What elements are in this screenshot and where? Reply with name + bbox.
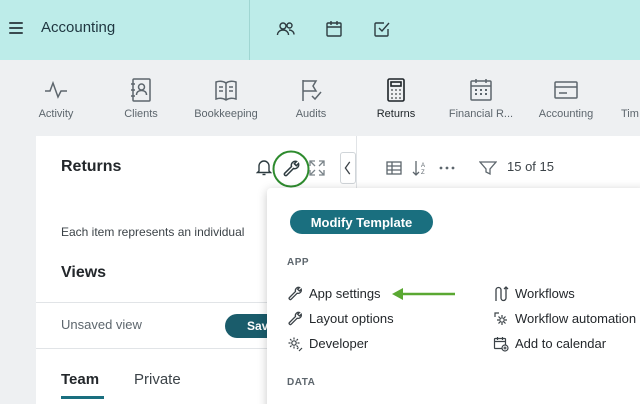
unsaved-view-label: Unsaved view [61, 317, 142, 332]
panel-title: Returns [61, 158, 122, 175]
nav-label: Clients [124, 108, 158, 120]
menu-item-label: Workflow automation [515, 311, 637, 326]
wrench-settings-button[interactable] [272, 150, 310, 188]
menu-item-workflow-automation[interactable]: Workflow automation [493, 310, 640, 328]
svg-text:A: A [421, 163, 425, 169]
chevron-left-icon [344, 161, 351, 175]
nav-item-bookkeeping[interactable]: Bookkeeping [188, 60, 264, 136]
nav-item-returns[interactable]: Returns [366, 60, 426, 136]
activity-icon [45, 80, 67, 99]
nav-label: Bookkeeping [194, 108, 258, 120]
expand-icon[interactable] [308, 159, 326, 177]
nav-item-time[interactable]: Tim [618, 60, 640, 136]
nav-label: Financial R... [448, 108, 514, 120]
nav-item-audits[interactable]: Audits [281, 60, 341, 136]
nav-item-activity[interactable]: Activity [26, 60, 86, 136]
tab-private[interactable]: Private [134, 371, 181, 388]
nav-item-financial-reports[interactable]: Financial R... [443, 60, 519, 136]
menu-item-developer[interactable]: Developer [287, 335, 457, 353]
contacts-book-icon [131, 78, 151, 102]
section-heading-app: APP [287, 257, 310, 268]
top-bar: Accounting [0, 0, 640, 60]
menu-item-add-to-calendar[interactable]: Add to calendar [493, 335, 640, 353]
panel-description: Each item represents an individual [61, 225, 245, 239]
nav-label: Activity [38, 108, 74, 120]
section-heading-data: DATA [287, 377, 316, 388]
tab-team[interactable]: Team [61, 371, 99, 388]
nav-label: Tim [621, 108, 639, 120]
header-divider [249, 0, 250, 60]
app-title: Accounting [41, 19, 116, 36]
nav-label: Accounting [538, 108, 594, 120]
wrench-icon [288, 286, 302, 301]
menu-item-label: Developer [309, 336, 369, 351]
bell-icon[interactable] [256, 158, 272, 176]
menu-item-layout-options[interactable]: Layout options [287, 310, 457, 328]
modify-template-button[interactable]: Modify Template [290, 210, 433, 234]
workflow-gear-icon [494, 312, 507, 325]
svg-text:Z: Z [421, 170, 425, 176]
flag-icon [302, 80, 322, 101]
views-heading: Views [61, 264, 107, 281]
active-tab-indicator [61, 396, 104, 399]
sort-az-icon[interactable]: AZ [412, 160, 428, 176]
menu-item-label: App settings [309, 286, 381, 301]
item-count: 15 of 15 [507, 159, 554, 174]
menu-item-label: Add to calendar [515, 336, 607, 351]
calculator-icon [387, 78, 405, 102]
table-view-icon[interactable] [386, 160, 402, 176]
annotation-arrow-icon [392, 288, 455, 300]
wrench-icon [288, 311, 302, 326]
menu-item-workflows[interactable]: Workflows [493, 285, 640, 303]
workflow-icon [495, 286, 509, 302]
book-icon [215, 80, 237, 101]
menu-item-label: Workflows [515, 286, 575, 301]
card-icon [554, 81, 578, 99]
collapse-panel-button[interactable] [340, 152, 356, 184]
checkbox-icon[interactable] [372, 19, 392, 39]
menu-item-label: Layout options [309, 311, 394, 326]
nav-label: Returns [376, 108, 416, 120]
filter-icon[interactable] [479, 160, 497, 176]
more-options-icon[interactable] [438, 160, 456, 176]
app-navigation: Activity Clients Bookkeeping Audits Retu… [0, 60, 640, 136]
developer-gear-icon [288, 337, 303, 352]
people-icon[interactable] [276, 19, 296, 39]
nav-item-clients[interactable]: Clients [110, 60, 172, 136]
calendar-icon[interactable] [324, 19, 344, 39]
nav-label: Audits [295, 108, 327, 120]
calendar-add-icon [493, 337, 509, 352]
hamburger-menu-icon[interactable] [9, 22, 23, 34]
nav-item-accounting[interactable]: Accounting [534, 60, 598, 136]
calendar-grid-icon [470, 79, 492, 101]
